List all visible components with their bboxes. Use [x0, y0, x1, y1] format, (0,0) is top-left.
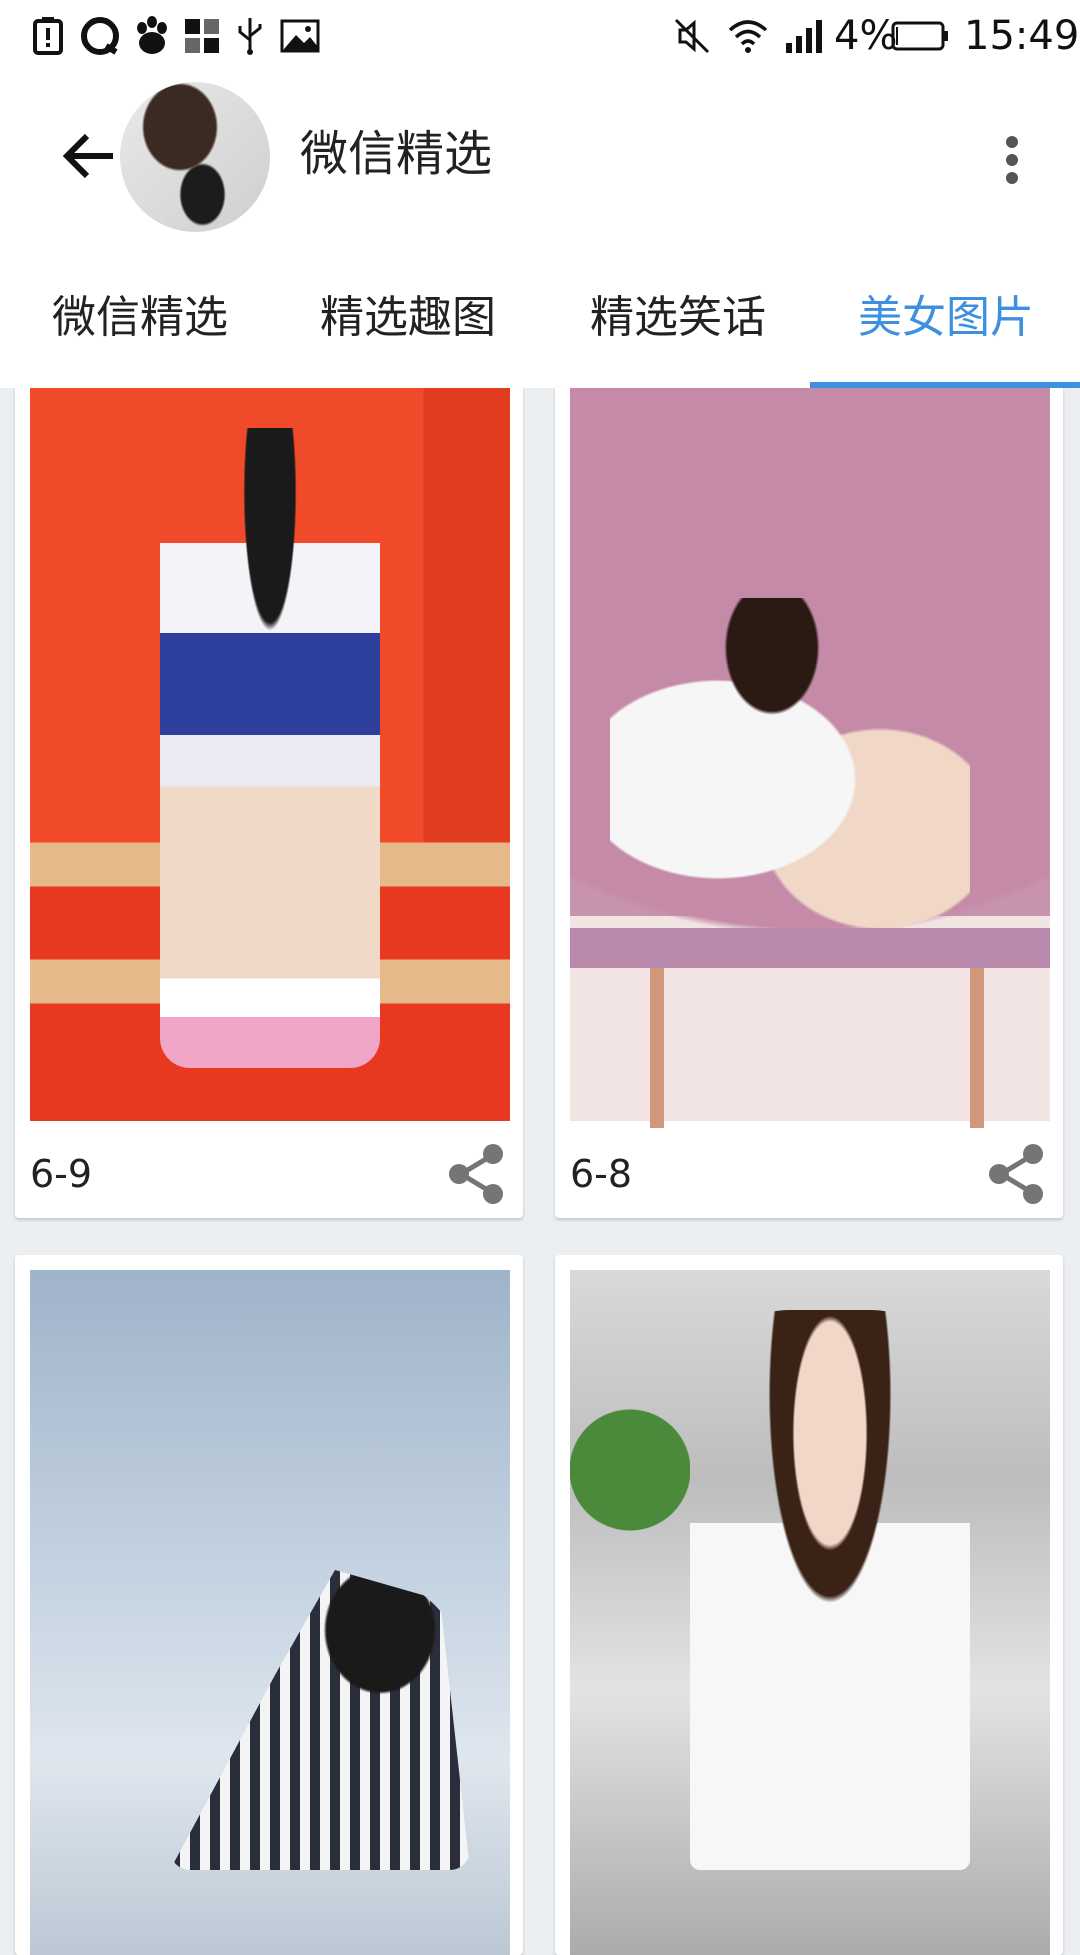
back-button[interactable] [48, 116, 128, 196]
baidu-icon [130, 14, 174, 58]
photo-subject [160, 428, 380, 1068]
apps-icon [182, 14, 222, 58]
photo-subject [690, 1310, 970, 1870]
share-button[interactable] [985, 1142, 1049, 1206]
tab-wechat-picks[interactable]: 微信精选 [52, 290, 228, 346]
photo-card[interactable] [15, 1255, 523, 1955]
qq-icon [78, 14, 122, 58]
photo-image[interactable] [570, 1270, 1050, 1955]
photo-bench-leg [970, 968, 984, 1128]
alert-icon [28, 14, 68, 58]
photo-image[interactable] [30, 388, 510, 1121]
more-options-button[interactable] [980, 120, 1044, 200]
photo-subject [610, 598, 970, 928]
wifi-icon [724, 14, 772, 58]
card-caption: 6-8 [570, 1152, 633, 1196]
signal-icon [782, 14, 826, 58]
avatar[interactable] [120, 82, 270, 232]
tab-funny-pics[interactable]: 精选趣图 [320, 290, 496, 346]
photo-card[interactable] [555, 1255, 1063, 1955]
battery-icon [890, 14, 950, 58]
share-icon [449, 1144, 503, 1204]
share-button[interactable] [445, 1142, 509, 1206]
photo-card[interactable]: 6-9 [15, 388, 523, 1218]
photo-image[interactable] [570, 388, 1050, 1128]
photo-image[interactable] [30, 1270, 510, 1955]
clock: 15:49 [964, 13, 1080, 59]
image-icon [278, 14, 322, 58]
tab-bar: 微信精选 精选趣图 精选笑话 美女图片 [0, 240, 1080, 388]
mute-icon [672, 14, 712, 58]
more-vert-icon [1006, 136, 1018, 184]
photo-bench-leg [650, 968, 664, 1128]
usb-icon [232, 14, 268, 58]
photo-subject [170, 1570, 470, 1870]
tab-beauty-photos[interactable]: 美女图片 [858, 290, 1034, 346]
card-caption: 6-9 [30, 1152, 93, 1196]
photo-card[interactable]: 6-8 [555, 388, 1063, 1218]
share-icon [989, 1144, 1043, 1204]
tab-jokes[interactable]: 精选笑话 [590, 290, 766, 346]
page-title: 微信精选 [300, 126, 493, 182]
back-arrow-icon [62, 133, 113, 179]
photo-tree [570, 1390, 690, 1550]
app-bar: 微信精选 [0, 72, 1080, 240]
status-bar: 4% 15:49 [0, 0, 1080, 72]
photo-bench [570, 928, 1050, 968]
battery-percent: 4% [834, 13, 898, 59]
